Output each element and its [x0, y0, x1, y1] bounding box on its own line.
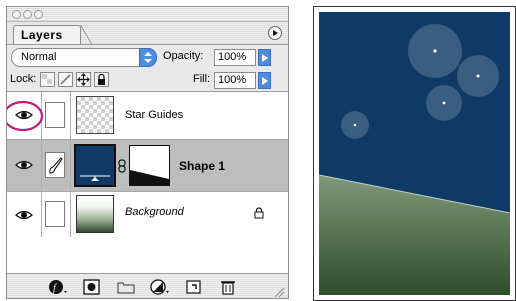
visibility-toggle[interactable] [7, 92, 44, 139]
document-canvas[interactable] [313, 6, 516, 301]
brush-cell[interactable] [45, 152, 65, 178]
fill-slider-arrow-icon[interactable] [258, 72, 271, 89]
layers-palette: Layers Normal Opacity: 100% Lock: Fill: … [6, 6, 289, 299]
mask-shape-icon [130, 170, 169, 185]
layer-row-background[interactable]: Background [7, 192, 288, 237]
minimize-window-icon[interactable] [23, 10, 32, 19]
visibility-toggle[interactable] [7, 192, 42, 237]
blend-mode-select[interactable]: Normal [11, 48, 157, 67]
brush-icon [49, 157, 63, 174]
layers-empty-area [7, 237, 288, 274]
lock-label: Lock: [10, 73, 37, 85]
layer-name-star-guides[interactable]: Star Guides [125, 109, 183, 121]
star-2 [476, 74, 480, 78]
vector-shape-icon [80, 175, 110, 181]
highlight-circle-icon [7, 100, 44, 132]
select-arrows-icon[interactable] [139, 48, 157, 67]
vector-mask-thumbnail[interactable] [129, 145, 170, 186]
star-1 [433, 49, 437, 53]
layers-list: Star Guides Shape 1 Background [7, 91, 288, 274]
new-layer-icon[interactable] [183, 278, 205, 296]
fill-field[interactable]: 100% [214, 72, 256, 89]
layers-bottom-toolbar: f [7, 273, 288, 298]
tab-edge [79, 25, 93, 44]
visibility-toggle[interactable] [7, 140, 42, 191]
blend-mode-value: Normal [21, 51, 57, 63]
layer-name-background[interactable]: Background [125, 206, 184, 218]
link-toggle[interactable] [41, 140, 71, 191]
fill-label: Fill: [193, 73, 211, 85]
opacity-label: Opacity: [163, 50, 204, 62]
mask-link-chain-icon[interactable] [118, 159, 127, 173]
eye-icon [15, 160, 33, 170]
palette-menu-button[interactable] [268, 26, 282, 40]
lock-all-icon[interactable] [94, 72, 109, 87]
lock-transparency-icon[interactable] [40, 72, 55, 87]
opacity-field[interactable]: 100% [214, 49, 256, 66]
layer-row-shape-1[interactable]: Shape 1 [7, 140, 288, 192]
lock-position-move-icon[interactable] [76, 72, 91, 87]
adjustment-layer-icon[interactable] [149, 278, 171, 296]
lock-image-brush-icon[interactable] [58, 72, 73, 87]
star-3 [442, 101, 446, 105]
layer-row-star-guides[interactable]: Star Guides [7, 92, 288, 140]
layer-thumbnail[interactable] [76, 195, 114, 233]
resize-grip-icon[interactable] [273, 286, 285, 298]
palette-tab-row: Layers [7, 22, 288, 45]
link-toggle[interactable] [41, 192, 71, 237]
link-cell[interactable] [45, 201, 65, 227]
mask-icon[interactable] [81, 278, 103, 296]
close-window-icon[interactable] [12, 10, 21, 19]
layer-style-icon[interactable]: f [47, 278, 69, 296]
layer-name-shape-1[interactable]: Shape 1 [179, 159, 225, 173]
layer-thumbnail[interactable] [74, 144, 116, 187]
canvas-artwork [318, 12, 511, 295]
star-4 [353, 123, 357, 127]
eye-icon [15, 210, 33, 220]
lock-icon [254, 207, 264, 219]
trash-icon[interactable] [217, 278, 239, 296]
link-cell[interactable] [45, 102, 65, 128]
lock-row: Lock: Fill: 100% [7, 68, 288, 91]
link-toggle[interactable] [41, 92, 71, 139]
tab-layers[interactable]: Layers [13, 25, 81, 44]
layer-thumbnail[interactable] [76, 96, 114, 134]
folder-icon[interactable] [115, 278, 137, 296]
blend-row: Normal Opacity: 100% [7, 45, 288, 68]
opacity-slider-arrow-icon[interactable] [258, 49, 271, 66]
palette-titlebar[interactable] [7, 7, 288, 22]
zoom-window-icon[interactable] [34, 10, 43, 19]
